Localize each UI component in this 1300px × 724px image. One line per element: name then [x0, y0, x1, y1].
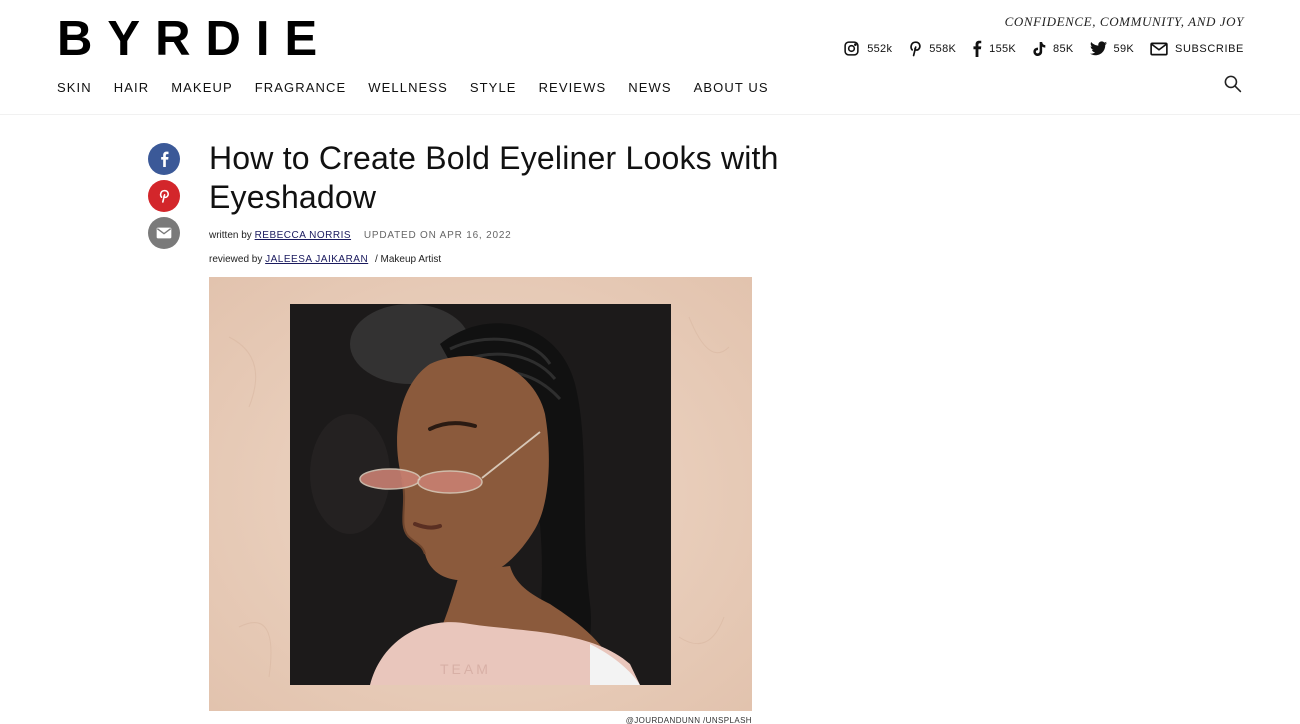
nav-item-reviews[interactable]: REVIEWS [539, 80, 607, 95]
pinterest-icon [159, 189, 169, 203]
svg-text:TEAM: TEAM [440, 661, 491, 677]
site-tagline: CONFIDENCE, COMMUNITY, AND JOY [1004, 14, 1244, 29]
reviewer-link[interactable]: JALEESA JAIKARAN [265, 254, 368, 265]
nav-item-news[interactable]: NEWS [628, 80, 671, 95]
twitter-count: 59K [1113, 42, 1135, 55]
email-icon [156, 227, 172, 239]
tiktok-icon [1033, 41, 1046, 56]
main-nav: SKIN HAIR MAKEUP FRAGRANCE WELLNESS STYL… [57, 80, 769, 95]
article-title: How to Create Bold Eyeliner Looks with E… [209, 140, 779, 215]
pinterest-icon [910, 41, 921, 57]
instagram-icon [844, 41, 859, 56]
nav-item-fragrance[interactable]: FRAGRANCE [255, 80, 347, 95]
facebook-icon [160, 151, 168, 167]
nav-item-makeup[interactable]: MAKEUP [171, 80, 233, 95]
portrait-photo: TEAM [290, 304, 671, 685]
twitter-link[interactable]: 59K [1089, 41, 1135, 56]
nav-item-skin[interactable]: SKIN [57, 80, 92, 95]
nav-item-about-us[interactable]: ABOUT US [694, 80, 769, 95]
share-facebook-button[interactable] [148, 143, 180, 175]
reviewed-by-prefix: reviewed by [209, 254, 263, 265]
search-icon [1224, 75, 1242, 93]
written-by-prefix: written by [209, 230, 252, 241]
nav-item-hair[interactable]: HAIR [114, 80, 149, 95]
image-credit: @JOURDANDUNN /UNSPLASH [625, 716, 752, 724]
social-links: 552k 558K 155K 85K 59K SUBSCRIBE [843, 40, 1244, 57]
tiktok-link[interactable]: 85K [1032, 41, 1073, 57]
facebook-count: 155K [989, 42, 1017, 55]
portrait-illustration: TEAM [290, 304, 671, 685]
twitter-icon [1089, 41, 1107, 56]
facebook-icon [973, 40, 982, 57]
nav-item-style[interactable]: STYLE [470, 80, 517, 95]
subscribe-label: SUBSCRIBE [1175, 42, 1244, 55]
email-icon [1150, 42, 1168, 55]
share-pinterest-button[interactable] [148, 180, 180, 212]
nav-item-wellness[interactable]: WELLNESS [368, 80, 448, 95]
byline: written by REBECCA NORRIS UPDATED ON APR… [209, 230, 512, 241]
facebook-link[interactable]: 155K [972, 40, 1016, 57]
hero-image: TEAM [209, 277, 752, 711]
reviewer-role: / Makeup Artist [374, 254, 442, 265]
tiktok-count: 85K [1053, 42, 1074, 55]
instagram-link[interactable]: 552k [843, 40, 892, 57]
author-link[interactable]: REBECCA NORRIS [255, 230, 351, 241]
share-email-button[interactable] [148, 217, 180, 249]
search-button[interactable] [1223, 74, 1242, 98]
subscribe-link[interactable]: SUBSCRIBE [1150, 42, 1244, 56]
pinterest-count: 558K [929, 42, 957, 55]
site-logo[interactable]: BYRDIE [57, 12, 332, 66]
reviewed-by: reviewed by JALEESA JAIKARAN / Makeup Ar… [209, 254, 441, 265]
instagram-count: 552k [867, 42, 893, 55]
share-bar [148, 143, 180, 249]
site-header: BYRDIE CONFIDENCE, COMMUNITY, AND JOY 55… [0, 0, 1300, 115]
pinterest-link[interactable]: 558K [908, 40, 956, 57]
updated-date: UPDATED ON APR 16, 2022 [363, 230, 512, 241]
